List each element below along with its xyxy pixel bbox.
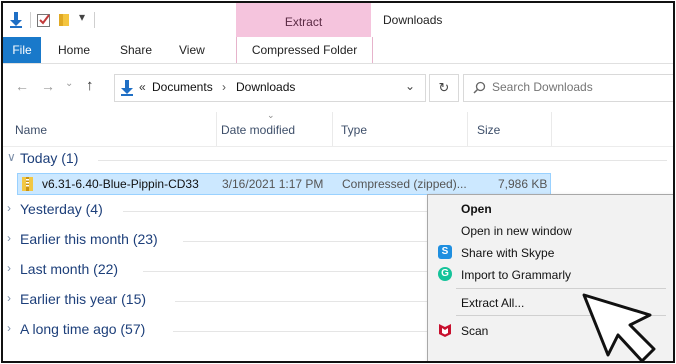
column-date-modified[interactable]: Date modified	[221, 123, 295, 137]
up-arrow-icon[interactable]: ↑	[86, 77, 94, 94]
group-divider	[98, 160, 667, 161]
table-row[interactable]: v6.31-6.40-Blue-Pippin-CD33 3/16/2021 1:…	[17, 173, 551, 195]
title-bar: ▾ Extract Downloads	[3, 3, 673, 37]
forward-arrow-icon[interactable]: →	[41, 78, 55, 94]
tab-compressed-folder-tools[interactable]: Compressed Folder Tools	[236, 37, 373, 83]
window-title: Downloads	[383, 13, 443, 27]
breadcrumb-separator[interactable]: ›	[222, 80, 226, 94]
group-label: Earlier this year (15)	[20, 291, 147, 307]
menu-item-label: Import to Grammarly	[461, 268, 572, 282]
tab-file[interactable]: File	[3, 37, 41, 63]
refresh-button[interactable]: ↻	[429, 74, 459, 102]
qat-divider	[94, 12, 95, 28]
refresh-icon: ↻	[438, 80, 450, 95]
tab-home[interactable]: Home	[58, 43, 90, 57]
chevron-right-icon[interactable]: ›	[7, 201, 11, 215]
mcafee-icon	[439, 324, 451, 337]
search-icon	[473, 81, 486, 94]
recent-chevron-icon[interactable]: ⌄	[65, 78, 73, 89]
tab-view[interactable]: View	[179, 43, 205, 57]
mouse-pointer-icon	[582, 293, 656, 361]
down-arrow-icon[interactable]	[9, 12, 23, 28]
menu-item-open[interactable]: Open	[428, 198, 673, 220]
menu-item-share-with-skype[interactable]: S Share with Skype	[428, 242, 673, 264]
sort-indicator-icon: ⌄	[267, 110, 275, 120]
group-label: Yesterday (4)	[20, 201, 103, 217]
menu-item-import-to-grammarly[interactable]: G Import to Grammarly	[428, 264, 673, 286]
column-header: Name ⌄ Date modified Type Size	[3, 110, 673, 147]
column-divider	[551, 112, 552, 146]
chevron-right-icon[interactable]: ›	[7, 231, 11, 245]
group-label: Last month (22)	[20, 261, 119, 277]
file-date: 3/16/2021 1:17 PM	[222, 177, 324, 191]
menu-item-label: Extract All...	[461, 296, 525, 310]
chevron-right-icon[interactable]: ›	[7, 261, 11, 275]
menu-item-label: Share with Skype	[461, 246, 555, 260]
breadcrumb-documents[interactable]: Documents	[152, 80, 213, 94]
menu-item-label: Open in new window	[461, 224, 572, 238]
column-type[interactable]: Type	[341, 123, 367, 137]
file-name[interactable]: v6.31-6.40-Blue-Pippin-CD33	[42, 177, 199, 191]
breadcrumb-overflow[interactable]: «	[139, 80, 146, 94]
column-divider	[216, 112, 217, 146]
column-divider	[332, 112, 333, 146]
chevron-right-icon[interactable]: ›	[7, 291, 11, 305]
address-history-chevron-icon[interactable]: ⌄	[405, 79, 415, 93]
ribbon-tabs: File Home Share View Compressed Folder T…	[3, 37, 673, 83]
folder-icon[interactable]	[58, 12, 72, 27]
column-name[interactable]: Name	[15, 123, 47, 137]
menu-item-label: Scan	[461, 324, 489, 338]
qat-divider	[30, 12, 31, 28]
checkbox-icon[interactable]	[37, 12, 51, 27]
chevron-right-icon[interactable]: ›	[7, 321, 11, 335]
skype-icon: S	[438, 245, 452, 259]
address-bar[interactable]: « Documents › Downloads ⌄	[114, 74, 426, 102]
menu-item-open-in-new-window[interactable]: Open in new window	[428, 220, 673, 242]
zip-folder-icon	[22, 177, 33, 191]
menu-separator	[456, 288, 666, 289]
chevron-down-icon[interactable]: ∨	[7, 150, 16, 164]
group-label: Earlier this month (23)	[20, 231, 158, 247]
group-label: Today (1)	[20, 150, 79, 166]
breadcrumb-downloads[interactable]: Downloads	[236, 80, 295, 94]
address-row: ← → ⌄ ↑ « Documents › Downloads ⌄ ↻	[3, 64, 673, 110]
explorer-window: ▾ Extract Downloads File Home Share View…	[1, 1, 675, 363]
file-size: 7,986 KB	[498, 177, 548, 191]
search-box[interactable]	[463, 74, 673, 102]
group-today[interactable]: ∨ Today (1)	[3, 149, 673, 171]
file-type: Compressed (zipped)...	[342, 177, 467, 191]
group-label: A long time ago (57)	[20, 321, 146, 337]
extract-context-label: Extract	[284, 15, 323, 29]
dropdown-icon[interactable]: ▾	[79, 10, 85, 24]
menu-item-label: Open	[461, 202, 492, 216]
search-input[interactable]	[492, 79, 667, 95]
grammarly-icon: G	[438, 267, 452, 281]
column-size[interactable]: Size	[477, 123, 500, 137]
column-divider	[467, 112, 468, 146]
tab-share[interactable]: Share	[120, 43, 152, 57]
downloads-icon	[121, 80, 133, 96]
back-arrow-icon[interactable]: ←	[15, 78, 29, 94]
